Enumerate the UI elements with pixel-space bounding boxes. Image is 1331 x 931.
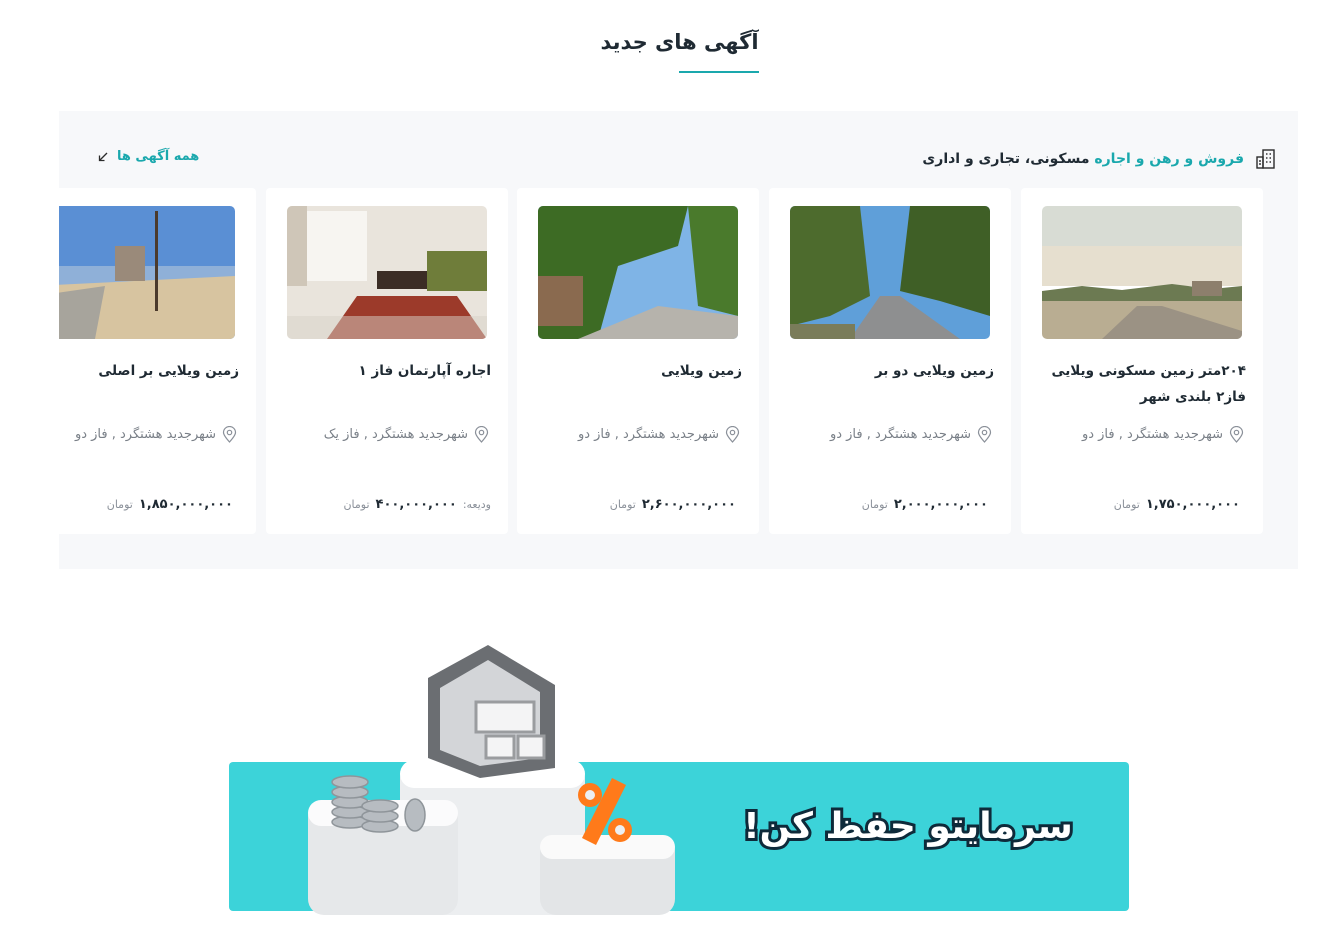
price-prefix: ودیعه: (462, 498, 491, 511)
price-value: ۴۰۰,۰۰۰,۰۰۰ (375, 497, 457, 512)
ad-image[interactable] (538, 206, 738, 339)
ad-location-text: شهرجدید هشتگرد , فاز دو (74, 427, 216, 442)
ad-location-text: شهرجدید هشتگرد , فاز دو (829, 427, 971, 442)
section-title: آگهی های جدید (600, 30, 759, 54)
ad-price: ۲,۰۰۰,۰۰۰,۰۰۰ تومان (862, 497, 994, 512)
price-unit: تومان (861, 498, 888, 511)
price-value: ۱,۸۵۰,۰۰۰,۰۰۰ (138, 497, 233, 512)
ad-card[interactable]: اجاره آپارتمان فاز ۱ شهرجدید هشتگرد , فا… (266, 188, 508, 534)
ad-price: ودیعه: ۴۰۰,۰۰۰,۰۰۰ تومان (343, 497, 491, 512)
all-ads-link[interactable]: همه آگهی ها (97, 149, 199, 164)
ad-location-text: شهرجدید هشتگرد , فاز دو (1081, 427, 1223, 442)
price-unit: تومان (1113, 498, 1140, 511)
location-pin-icon (725, 426, 740, 443)
arrow-down-left-icon (98, 152, 108, 161)
ad-location: شهرجدید هشتگرد , فاز دو (578, 426, 740, 443)
ad-title[interactable]: ۲۰۴متر زمین مسکونی ویلایی فاز۲ بلندی شهر (1036, 358, 1246, 410)
building-icon (1256, 149, 1275, 169)
location-pin-icon (222, 426, 237, 443)
ad-price: ۱,۸۵۰,۰۰۰,۰۰۰ تومان (107, 497, 239, 512)
all-ads-label[interactable]: همه آگهی ها (117, 149, 199, 164)
ad-location-text: شهرجدید هشتگرد , فاز دو (577, 427, 719, 442)
ad-title[interactable]: زمین ویلایی دو بر (784, 358, 994, 384)
new-ads-panel: فروش و رهن و اجاره مسکونی، تجاری و اداری… (59, 111, 1298, 569)
price-unit: تومان (609, 498, 636, 511)
header-category-rest: مسکونی، تجاری و اداری (922, 151, 1095, 167)
ad-location: شهرجدید هشتگرد , فاز دو (75, 426, 237, 443)
ad-title[interactable]: زمین ویلایی (532, 358, 742, 384)
location-pin-icon (977, 426, 992, 443)
location-pin-icon (474, 426, 489, 443)
header-category-link[interactable]: فروش و رهن و اجاره (1094, 151, 1244, 167)
ad-image[interactable] (1042, 206, 1242, 339)
price-value: ۲,۰۰۰,۰۰۰,۰۰۰ (893, 497, 988, 512)
panel-header: فروش و رهن و اجاره مسکونی، تجاری و اداری (922, 147, 1278, 171)
ad-price: ۲,۶۰۰,۰۰۰,۰۰۰ تومان (610, 497, 742, 512)
price-unit: تومان (343, 498, 370, 511)
price-value: ۲,۶۰۰,۰۰۰,۰۰۰ (641, 497, 736, 512)
ad-image[interactable] (790, 206, 990, 339)
ad-card[interactable]: زمین ویلایی بر اصلی شهرجدید هشتگرد , فاز… (59, 188, 256, 534)
ad-title[interactable]: اجاره آپارتمان فاز ۱ (281, 358, 491, 384)
price-value: ۱,۷۵۰,۰۰۰,۰۰۰ (1145, 497, 1240, 512)
ad-location: شهرجدید هشتگرد , فاز دو (1082, 426, 1244, 443)
ad-price: ۱,۷۵۰,۰۰۰,۰۰۰ تومان (1114, 497, 1246, 512)
panel-header-title: فروش و رهن و اجاره مسکونی، تجاری و اداری (922, 151, 1244, 167)
ad-location-text: شهرجدید هشتگرد , فاز یک (323, 427, 468, 442)
ad-image[interactable] (59, 206, 235, 339)
ads-carousel: ۲۰۴متر زمین مسکونی ویلایی فاز۲ بلندی شهر… (59, 188, 1298, 534)
house-podium-illustration (308, 645, 675, 915)
ad-image[interactable] (287, 206, 487, 339)
title-underline (679, 71, 759, 73)
price-unit: تومان (106, 498, 133, 511)
ad-card[interactable]: زمین ویلایی شهرجدید هشتگرد , فاز دو ۲,۶۰… (517, 188, 759, 534)
banner-slogan-text: سرمایتو حفظ کن! (743, 806, 1073, 847)
ad-card[interactable]: زمین ویلایی دو بر شهرجدید هشتگرد , فاز د… (769, 188, 1011, 534)
banner-slogan: سرمایتو حفظ کن! (740, 803, 1076, 850)
ad-card[interactable]: ۲۰۴متر زمین مسکونی ویلایی فاز۲ بلندی شهر… (1021, 188, 1263, 534)
ad-location: شهرجدید هشتگرد , فاز دو (830, 426, 992, 443)
ad-title[interactable]: زمین ویلایی بر اصلی (59, 358, 239, 384)
ad-location: شهرجدید هشتگرد , فاز یک (324, 426, 489, 443)
location-pin-icon (1229, 426, 1244, 443)
